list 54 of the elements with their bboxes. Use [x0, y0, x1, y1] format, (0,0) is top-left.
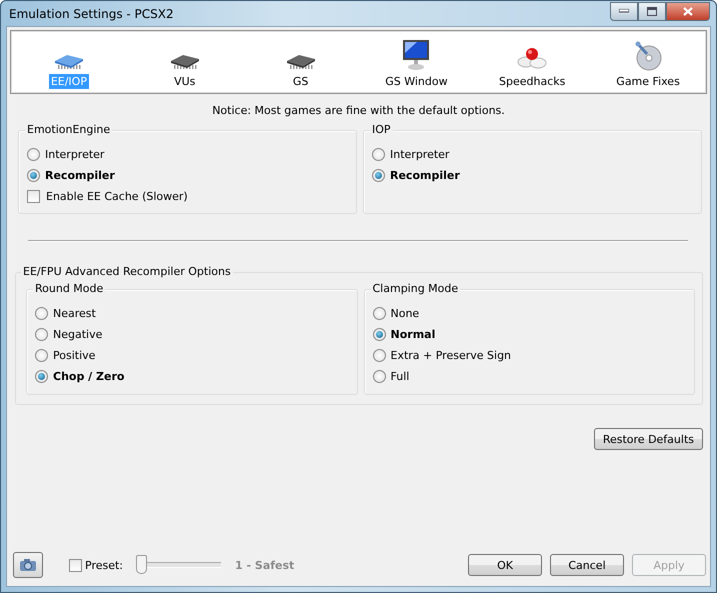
radio-button[interactable]	[372, 348, 386, 362]
radio-button[interactable]	[35, 306, 48, 320]
radio-button[interactable]	[35, 370, 48, 382]
camera-icon	[19, 558, 37, 572]
radio-button[interactable]	[27, 168, 40, 182]
toolbar-tab[interactable]: VUs	[126, 33, 243, 93]
option-label: Interpreter	[45, 148, 104, 160]
close-button[interactable]	[666, 2, 710, 20]
option-label: Recompiler	[390, 168, 460, 182]
maximize-button[interactable]	[638, 2, 666, 20]
pills-icon	[516, 45, 548, 71]
preset-label: Preset:	[85, 558, 124, 572]
group-title: Round Mode	[33, 282, 106, 295]
option-label: Interpreter	[390, 148, 450, 160]
window-title: Emulation Settings - PCSX2	[9, 7, 174, 21]
group-title: IOP	[370, 123, 393, 136]
radio-button[interactable]	[372, 328, 386, 340]
option-label: Negative	[53, 328, 102, 340]
minimize-button[interactable]	[610, 2, 638, 20]
toolbar-tab[interactable]: GS Window	[358, 33, 474, 93]
group-title: EmotionEngine	[25, 123, 112, 136]
option-label: Nearest	[53, 306, 96, 320]
dialog-button[interactable]: Cancel	[550, 554, 624, 576]
radio-button[interactable]	[35, 348, 48, 362]
maximize-icon	[647, 6, 657, 16]
option-label: Enable EE Cache (Slower)	[46, 190, 188, 202]
option-label: Positive	[53, 348, 96, 362]
option-label: Full	[390, 370, 410, 382]
option-label: Normal	[390, 328, 436, 340]
minimize-icon	[619, 9, 629, 13]
dialog-button[interactable]: OK	[468, 554, 542, 576]
screenshot-button[interactable]	[13, 552, 43, 578]
notice-text: Notice: Most games are fine with the default options.	[211, 104, 506, 118]
radio-button[interactable]	[372, 306, 386, 320]
radio-button[interactable]	[372, 148, 385, 160]
restore-defaults-button[interactable]: Restore Defaults	[594, 428, 703, 450]
close-icon	[683, 6, 693, 16]
monitor-icon	[401, 39, 432, 71]
option-label: None	[390, 306, 420, 320]
preset-reading: 1 - Safest	[235, 558, 296, 572]
toolbar-tab[interactable]: GS	[242, 33, 358, 93]
radio-button[interactable]	[372, 168, 385, 182]
option-label: Recompiler	[45, 168, 115, 182]
checkbox[interactable]	[27, 190, 40, 202]
group-title: Clamping Mode	[370, 282, 460, 295]
group-title: EE/FPU Advanced Recompiler Options	[21, 265, 233, 278]
disc-icon	[633, 41, 664, 71]
toolbar-tab[interactable]: Speedhacks	[474, 33, 590, 93]
option-label: Extra + Preserve Sign	[390, 348, 512, 362]
option-label: Chop / Zero	[53, 370, 124, 382]
radio-button[interactable]	[372, 370, 386, 382]
toolbar-tab[interactable]: Game Fixes	[590, 33, 706, 93]
radio-button[interactable]	[27, 148, 40, 160]
radio-button[interactable]	[35, 328, 48, 340]
